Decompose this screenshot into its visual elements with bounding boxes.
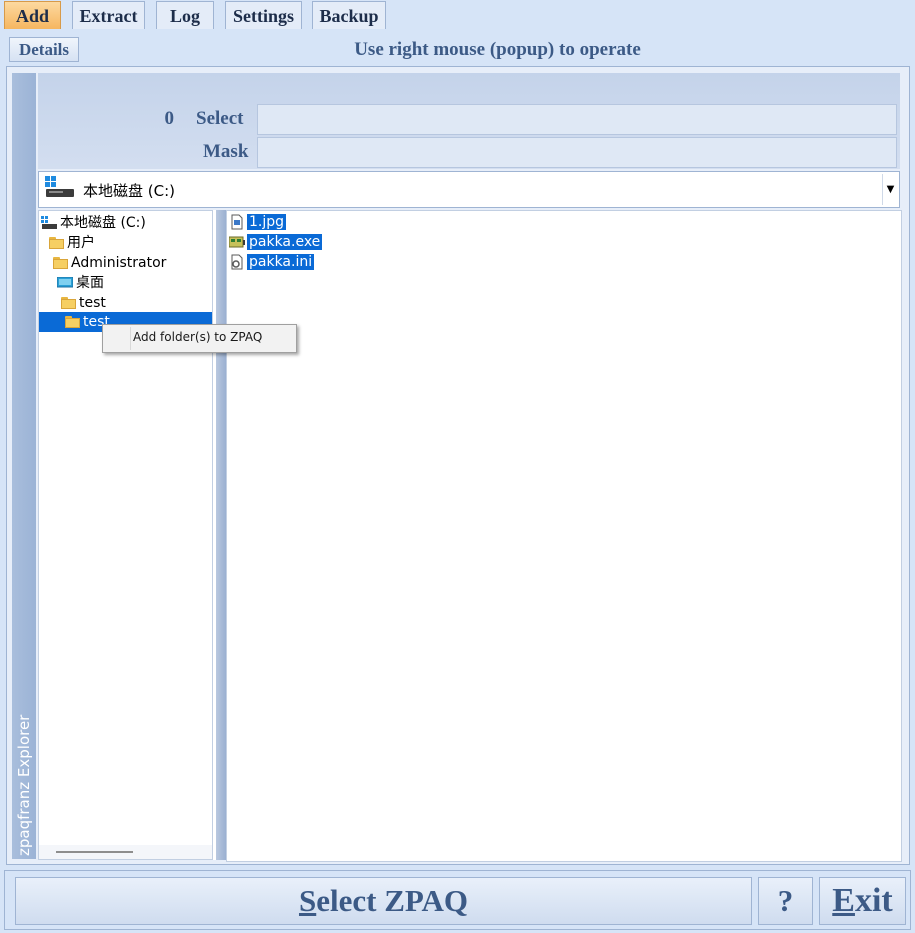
- operation-hint: Use right mouse (popup) to operate: [354, 39, 641, 60]
- exit-button[interactable]: Exit: [819, 877, 906, 925]
- folder-icon: [53, 257, 68, 269]
- tree-node-administrator[interactable]: Administrator: [53, 253, 166, 273]
- tree-node-label: 桌面: [76, 275, 104, 291]
- select-zpaq-label: elect ZPAQ: [316, 883, 469, 918]
- tab-extract[interactable]: Extract: [72, 1, 145, 29]
- folder-icon: [65, 316, 80, 328]
- file-list[interactable]: 1.jpg pakka.exe pakka.ini: [226, 210, 902, 862]
- select-input[interactable]: [257, 104, 897, 135]
- context-menu: Add folder(s) to ZPAQ: [102, 324, 297, 353]
- settings-file-icon: [231, 254, 243, 270]
- tree-node-users[interactable]: 用户: [49, 233, 95, 253]
- file-item[interactable]: pakka.ini: [227, 252, 315, 272]
- tree-node-label: Administrator: [71, 255, 167, 271]
- tab-backup[interactable]: Backup: [312, 1, 386, 29]
- exit-mnemonic: E: [832, 882, 855, 919]
- exe-file-icon: [229, 236, 245, 248]
- mask-input[interactable]: [257, 137, 897, 168]
- selected-count: 0: [164, 108, 175, 129]
- tree-node-label: 本地磁盘 (C:): [60, 215, 146, 231]
- menu-gutter: [130, 327, 131, 350]
- sidebar-title: zpaqfranz Explorer: [15, 714, 33, 856]
- exit-label: xit: [854, 882, 893, 919]
- chevron-down-icon[interactable]: ▼: [882, 174, 898, 205]
- tree-node-desktop[interactable]: 桌面: [57, 273, 104, 293]
- tree-node-label: test: [79, 295, 106, 311]
- file-item[interactable]: 1.jpg: [227, 212, 287, 232]
- details-button[interactable]: Details: [9, 37, 79, 62]
- image-file-icon: [231, 214, 243, 230]
- menu-item-add-folders[interactable]: Add folder(s) to ZPAQ: [133, 330, 262, 344]
- drive-icon: [45, 176, 74, 197]
- file-name: 1.jpg: [247, 214, 287, 230]
- tree-node-test[interactable]: test: [61, 293, 106, 313]
- file-name: pakka.ini: [247, 254, 315, 270]
- tree-node-drive[interactable]: 本地磁盘 (C:): [41, 213, 146, 233]
- tab-log[interactable]: Log: [156, 1, 214, 29]
- desktop-icon: [57, 277, 73, 288]
- help-button[interactable]: ?: [758, 877, 813, 925]
- panel-splitter[interactable]: [213, 210, 226, 860]
- mask-label: Mask: [203, 141, 249, 162]
- tab-settings[interactable]: Settings: [225, 1, 302, 29]
- drive-label: 本地磁盘 (C:): [83, 182, 175, 200]
- folder-icon: [49, 237, 64, 249]
- drive-combobox[interactable]: 本地磁盘 (C:) ▼: [38, 171, 900, 208]
- file-name: pakka.exe: [247, 234, 323, 250]
- drive-icon: [41, 216, 57, 229]
- folder-tree[interactable]: 本地磁盘 (C:) 用户 Administrator 桌面 test test: [38, 210, 213, 860]
- tree-node-label: 用户: [67, 235, 95, 251]
- select-zpaq-mnemonic: S: [298, 883, 317, 918]
- scrollbar-thumb[interactable]: [56, 851, 133, 853]
- select-label: Select: [196, 108, 244, 129]
- select-zpaq-button[interactable]: Select ZPAQ: [15, 877, 752, 925]
- tab-bar: Add Extract Log Settings Backup: [0, 0, 915, 32]
- tab-add[interactable]: Add: [4, 1, 61, 29]
- tree-horizontal-scrollbar[interactable]: [39, 845, 212, 859]
- header-bar: Details Use right mouse (popup) to opera…: [5, 34, 910, 64]
- folder-icon: [61, 297, 76, 309]
- file-item[interactable]: pakka.exe: [227, 232, 323, 252]
